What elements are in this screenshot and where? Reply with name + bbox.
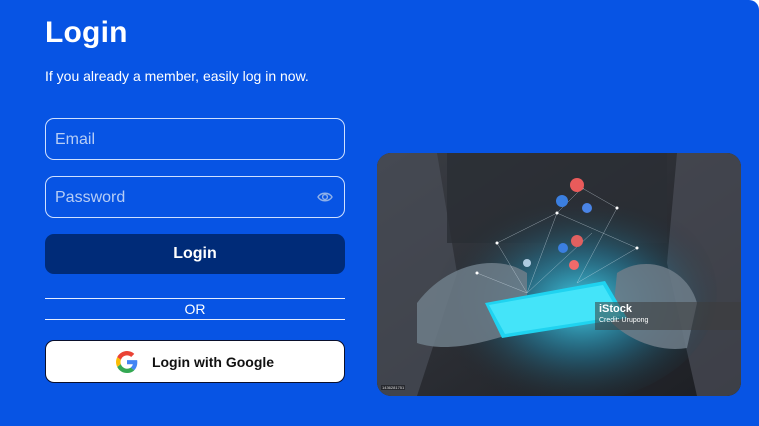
stock-image-id: 1436281751 xyxy=(381,385,406,390)
stock-watermark-credit: Credit: Urupong xyxy=(599,317,649,324)
email-field[interactable]: Email xyxy=(45,118,345,160)
hero-illustration xyxy=(377,153,741,396)
divider-top xyxy=(45,298,345,299)
login-card: Login If you already a member, easily lo… xyxy=(0,0,759,426)
divider-bottom xyxy=(45,319,345,320)
password-placeholder: Password xyxy=(55,189,126,206)
password-field[interactable]: Password xyxy=(45,176,345,218)
google-login-button[interactable]: Login with Google xyxy=(45,340,345,383)
hero-image: iStock Credit: Urupong 1436281751 xyxy=(377,153,741,396)
page-title: Login xyxy=(45,16,128,49)
eye-icon[interactable] xyxy=(317,190,333,204)
stock-watermark-brand: iStock xyxy=(599,303,633,315)
google-logo-icon xyxy=(115,350,138,373)
google-button-label: Login with Google xyxy=(151,353,275,370)
divider-or-text: OR xyxy=(184,301,206,317)
email-placeholder: Email xyxy=(55,131,96,148)
login-button[interactable]: Login xyxy=(45,234,345,274)
page-subtitle: If you already a member, easily log in n… xyxy=(45,68,309,84)
